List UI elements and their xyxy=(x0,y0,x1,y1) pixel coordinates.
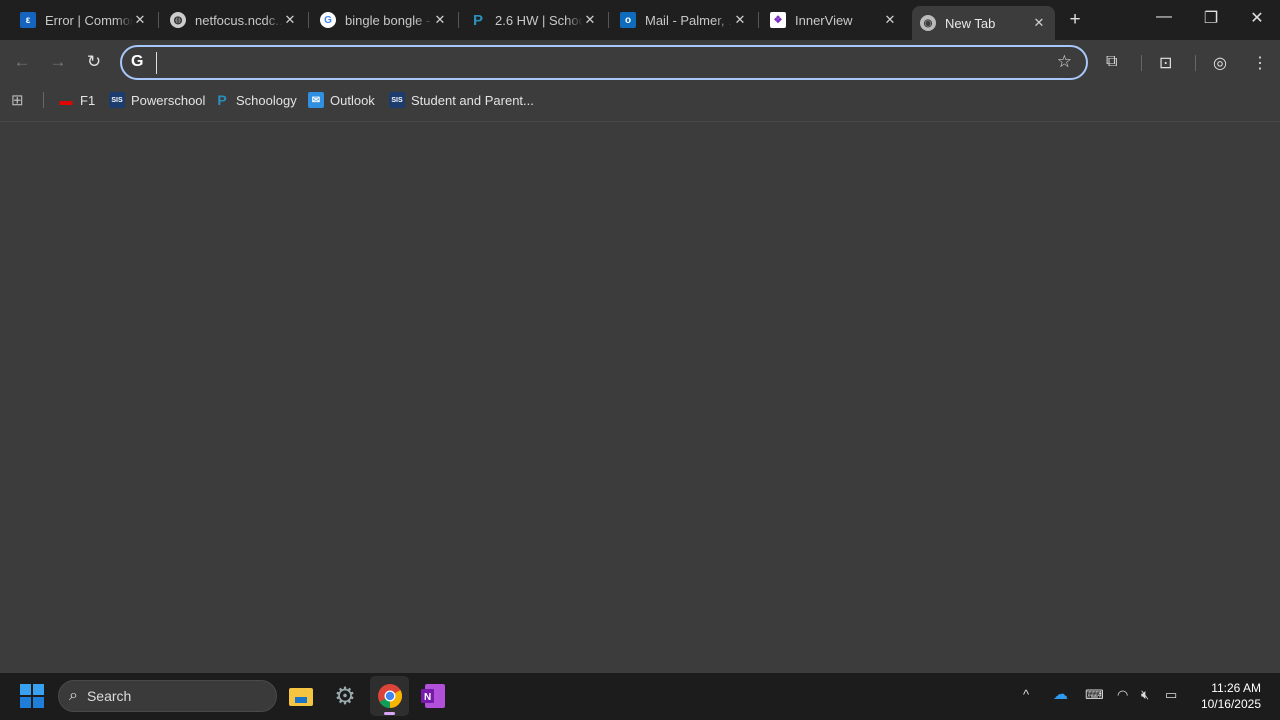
close-tab-icon[interactable]: ✕ xyxy=(882,12,898,28)
forward-button[interactable]: → xyxy=(47,52,69,72)
keyboard-icon[interactable]: ⌨ xyxy=(1085,687,1104,703)
schoology-icon: P xyxy=(217,92,227,108)
f1-icon: ▬ xyxy=(59,92,73,108)
taskbar-search[interactable]: ⌕ Search xyxy=(58,680,277,712)
tab-mail[interactable]: o Mail - Palmer, ... ✕ xyxy=(620,6,748,34)
new-tab-button[interactable]: + xyxy=(1063,9,1087,31)
profile-icon[interactable]: ◎ xyxy=(1213,53,1227,73)
bookmark-star-icon[interactable]: ☆ xyxy=(1057,52,1072,72)
tab-divider xyxy=(308,12,309,28)
file-explorer-icon[interactable] xyxy=(288,683,314,709)
chrome-icon xyxy=(377,684,402,708)
toolbar-divider xyxy=(1195,55,1196,71)
globe-icon: ◍ xyxy=(170,12,186,28)
tab-schoology[interactable]: P 2.6 HW | Schoology ✕ xyxy=(470,6,598,34)
bookmark-powerschool[interactable]: SIS Powerschool xyxy=(109,90,205,110)
tab-divider xyxy=(608,12,609,28)
onenote-icon[interactable]: N xyxy=(420,683,446,709)
windows-start-icon[interactable] xyxy=(19,683,45,709)
close-window-button[interactable]: ✕ xyxy=(1245,8,1269,28)
close-tab-icon[interactable]: ✕ xyxy=(1031,15,1047,31)
common-app-icon: ε xyxy=(20,12,36,28)
tab-title: netfocus.ncdc... xyxy=(195,12,283,28)
tab-title: 2.6 HW | Schoology xyxy=(495,12,583,28)
wifi-icon[interactable]: ◠ xyxy=(1117,687,1128,703)
bookmark-outlook[interactable]: ✉ Outlook xyxy=(308,90,375,110)
date: 10/16/2025 xyxy=(1200,697,1261,711)
bookmark-label: Student and Parent... xyxy=(411,92,534,108)
tab-google-search[interactable]: G bingle bongle - Google ✕ xyxy=(320,6,448,34)
tab-title: Error | Common App xyxy=(45,12,133,28)
outlook-icon: ✉ xyxy=(308,92,324,108)
tab-innerview[interactable]: ❖ InnerView ✕ xyxy=(770,6,898,34)
minimize-button[interactable]: — xyxy=(1152,8,1176,26)
onedrive-icon[interactable]: ☁ xyxy=(1053,685,1068,703)
show-hidden-icons[interactable]: ^ xyxy=(1023,687,1029,702)
clock[interactable]: 11:26 AM 10/16/2025 xyxy=(1201,680,1261,712)
bookmark-divider xyxy=(43,92,44,108)
active-indicator xyxy=(384,712,395,715)
close-tab-icon[interactable]: ✕ xyxy=(282,12,298,28)
time: 11:26 AM xyxy=(1211,681,1261,695)
bookmark-schoology[interactable]: P Schoology xyxy=(214,90,297,110)
apps-icon[interactable]: ⊞ xyxy=(11,90,24,110)
outlook-icon: o xyxy=(620,12,636,28)
sis-icon: SIS xyxy=(109,92,125,108)
close-tab-icon[interactable]: ✕ xyxy=(732,12,748,28)
tab-divider xyxy=(758,12,759,28)
search-label: Search xyxy=(86,688,132,704)
tab-title: bingle bongle - Google xyxy=(345,12,433,28)
tab-title: Mail - Palmer, ... xyxy=(645,12,733,28)
close-tab-icon[interactable]: ✕ xyxy=(582,12,598,28)
search-icon: ⌕ xyxy=(69,687,78,704)
reload-button[interactable]: ↻ xyxy=(83,52,105,72)
google-icon: G xyxy=(131,53,144,70)
svg-text:N: N xyxy=(424,692,431,703)
tab-common-app[interactable]: ε Error | Common App ✕ xyxy=(20,6,148,34)
bookmark-f1[interactable]: ▬ F1 xyxy=(58,90,96,110)
google-icon: G xyxy=(320,12,336,28)
tab-new-tab[interactable]: ◉ New Tab ✕ xyxy=(912,6,1055,40)
close-tab-icon[interactable]: ✕ xyxy=(132,12,148,28)
tab-divider xyxy=(158,12,159,28)
tab-title: New Tab xyxy=(945,15,996,31)
tab-search-icon[interactable]: ⊡ xyxy=(1159,53,1172,73)
chrome-taskbar-button[interactable] xyxy=(370,676,409,716)
innerview-icon: ❖ xyxy=(770,12,786,28)
chrome-icon: ◉ xyxy=(920,15,936,31)
menu-icon[interactable]: ⋮ xyxy=(1252,53,1268,73)
new-tab-page xyxy=(0,121,1280,673)
bookmark-label: Schoology xyxy=(236,92,297,108)
sis-icon: SIS xyxy=(389,92,405,108)
battery-icon[interactable]: ▭ xyxy=(1165,687,1177,703)
volume-muted-icon[interactable]: 🔇︎ xyxy=(1141,687,1149,703)
address-input[interactable] xyxy=(156,52,1036,74)
tab-netfocus[interactable]: ◍ netfocus.ncdc... ✕ xyxy=(170,6,298,34)
address-bar[interactable]: G ☆ xyxy=(120,45,1088,80)
close-tab-icon[interactable]: ✕ xyxy=(432,12,448,28)
restore-button[interactable]: ❐ xyxy=(1199,8,1223,28)
back-button[interactable]: ← xyxy=(11,52,33,72)
bookmark-label: Powerschool xyxy=(131,92,206,108)
tab-title: InnerView xyxy=(795,12,853,28)
bookmark-label: F1 xyxy=(80,92,96,108)
tab-divider xyxy=(458,12,459,28)
extensions-icon[interactable]: ⧉ xyxy=(1106,53,1117,71)
bookmark-label: Outlook xyxy=(330,92,375,108)
settings-icon[interactable]: ⚙ xyxy=(332,683,358,710)
bookmark-student-parent[interactable]: SIS Student and Parent... xyxy=(389,90,534,110)
toolbar-divider xyxy=(1141,55,1142,71)
schoology-icon: P xyxy=(472,11,483,29)
